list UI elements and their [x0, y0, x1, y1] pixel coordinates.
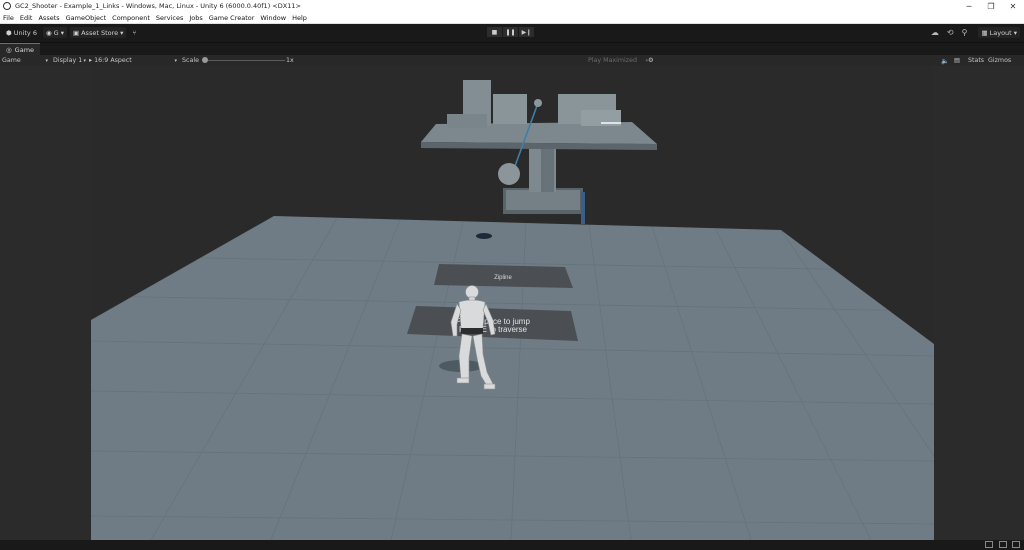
play-button[interactable]: ■: [487, 27, 502, 37]
account-label: G: [53, 28, 59, 37]
menu-game-creator[interactable]: Game Creator: [206, 14, 258, 22]
letterbox-right: [934, 66, 1024, 540]
pause-button[interactable]: ❚❚: [503, 27, 518, 37]
letterbox-left: [0, 66, 91, 540]
step-icon: ▶❙: [519, 27, 534, 37]
account-dropdown[interactable]: ◉ G ▾: [42, 27, 67, 38]
chevron-down-icon: ▾: [120, 28, 124, 37]
menu-file[interactable]: File: [0, 14, 17, 22]
chevron-down-icon: ▾: [83, 57, 86, 64]
scale-value: 1x: [286, 57, 294, 64]
game-mode-dropdown[interactable]: Game ▾: [2, 55, 48, 66]
layout-label: Layout: [989, 28, 1012, 37]
play-maximized-label: Play Maximized: [588, 57, 637, 64]
menu-services[interactable]: Services: [153, 14, 186, 22]
menu-edit[interactable]: Edit: [17, 14, 36, 22]
chevron-down-icon: ▾: [174, 57, 177, 64]
aspect-icon: ▸: [89, 57, 93, 64]
unity-cube-icon: ⬢: [6, 28, 12, 37]
tab-game-label: Game: [14, 46, 35, 54]
branch-icon: ⑂: [132, 28, 137, 37]
unity-label: Unity 6: [13, 28, 37, 37]
console-icon[interactable]: [999, 541, 1007, 548]
gamepad-icon: ◎: [6, 46, 12, 54]
scale-label: Scale: [182, 57, 199, 64]
chevron-down-icon: ▾: [45, 57, 48, 64]
layout-dropdown[interactable]: ▦ Layout ▾: [978, 27, 1020, 38]
asset-store-label: Asset Store: [81, 28, 119, 37]
user-icon: ◉: [45, 28, 52, 37]
zipline-ball: [498, 163, 520, 185]
gizmos-button[interactable]: Gizmos: [988, 55, 1011, 66]
bag-icon: ▣: [72, 28, 80, 37]
chevron-down-icon: ▾: [60, 28, 64, 37]
play-icon: ■: [487, 27, 502, 37]
menu-jobs[interactable]: Jobs: [186, 14, 205, 22]
pause-icon: ❚❚: [503, 27, 518, 37]
step-button[interactable]: ▶❙: [519, 27, 534, 37]
game-mode-label: Game: [2, 57, 21, 64]
maximize-button[interactable]: ❐: [980, 0, 1002, 12]
history-icon[interactable]: ⟲: [947, 28, 954, 37]
play-maximized-dropdown[interactable]: Play Maximized ▾: [588, 55, 648, 66]
search-icon[interactable]: ⚲: [962, 28, 968, 37]
status-bar: [0, 540, 1024, 550]
menu-help[interactable]: Help: [289, 14, 310, 22]
stats-button[interactable]: Stats: [968, 55, 984, 66]
ball-shadow: [476, 233, 492, 239]
unity-account-button[interactable]: ⬢ Unity 6: [3, 27, 40, 38]
toolbar-right: ☁ ⟲ ⚲ ▦ Layout ▾: [931, 27, 1020, 38]
close-button[interactable]: ✕: [1002, 0, 1024, 12]
notification-icon[interactable]: [985, 541, 993, 548]
minimize-button[interactable]: ─: [958, 0, 980, 12]
scale-slider-track[interactable]: [205, 60, 285, 61]
display-dropdown[interactable]: Display 1 ▾: [53, 55, 86, 66]
game-scene[interactable]: Zipline Press Space to jump Press E to t…: [91, 66, 934, 540]
version-control-button[interactable]: ⑂: [129, 27, 139, 38]
menu-bar: File Edit Assets GameObject Component Se…: [0, 12, 1024, 24]
keyboard-icon[interactable]: ▤: [954, 55, 960, 66]
tab-strip: ◎ Game: [0, 42, 1024, 56]
layout-icon: ▦: [981, 28, 988, 37]
aspect-label: 16:9 Aspect: [94, 57, 132, 64]
settings-icon[interactable]: [1012, 541, 1020, 548]
rope-anchor: [534, 99, 542, 107]
window-title-bar: GC2_Shooter - Example_1_Links - Windows,…: [0, 0, 1024, 12]
gear-icon[interactable]: ⚙: [648, 55, 654, 66]
aspect-dropdown[interactable]: ▸ 16:9 Aspect ▾: [89, 55, 177, 66]
chevron-down-icon: ▾: [1013, 28, 1017, 37]
menu-gameobject[interactable]: GameObject: [63, 14, 110, 22]
playback-controls: ■ ❚❚ ▶❙: [487, 27, 534, 37]
menu-component[interactable]: Component: [109, 14, 153, 22]
window-controls: ─ ❐ ✕: [958, 0, 1024, 12]
audio-mute-icon[interactable]: 🔈: [941, 55, 949, 66]
scale-slider-thumb[interactable]: [202, 57, 208, 63]
asset-store-dropdown[interactable]: ▣ Asset Store ▾: [69, 27, 127, 38]
menu-window[interactable]: Window: [257, 14, 289, 22]
menu-assets[interactable]: Assets: [35, 14, 62, 22]
floor-plane: [91, 216, 934, 540]
zipline-sign-text: Zipline: [494, 275, 512, 281]
cloud-icon[interactable]: ☁: [931, 28, 939, 37]
display-label: Display 1: [53, 57, 83, 64]
window-title: GC2_Shooter - Example_1_Links - Windows,…: [15, 2, 301, 10]
unity-logo-icon: [3, 2, 11, 10]
